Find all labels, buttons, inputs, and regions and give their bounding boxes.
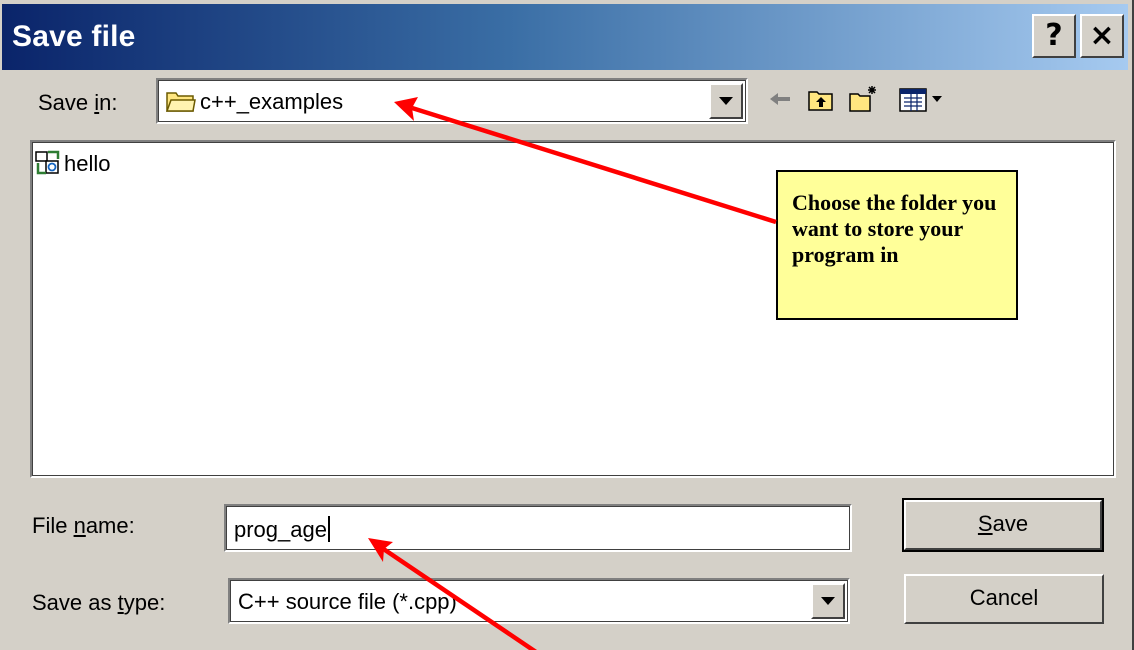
save-file-dialog: Save file ? × Save in: c++_examples hell… [0, 0, 1134, 650]
save-in-label: Save in: [38, 90, 118, 115]
save-in-dropdown[interactable]: c++_examples [156, 78, 748, 124]
file-name-value: prog_age [234, 516, 330, 543]
text-caret [327, 516, 330, 542]
help-button[interactable]: ? [1032, 14, 1076, 58]
save-in-dropdown-button[interactable] [709, 83, 743, 119]
save-as-type-label: Save as type: [32, 590, 166, 615]
file-name-input[interactable]: prog_age [224, 504, 852, 552]
annotation-callout: Choose the folder you want to store your… [776, 170, 1018, 320]
list-item-label: hello [64, 151, 111, 176]
close-button[interactable]: × [1080, 14, 1124, 58]
window-title: Save file [12, 20, 136, 53]
save-as-type-value: C++ source file (*.cpp) [238, 589, 457, 614]
title-bar[interactable]: Save file ? × [2, 4, 1128, 70]
back-arrow-icon[interactable] [766, 84, 796, 114]
save-as-type-dropdown[interactable]: C++ source file (*.cpp) [228, 578, 850, 624]
file-name-label: File name: [32, 513, 135, 538]
save-in-value: c++_examples [200, 89, 344, 114]
new-folder-icon[interactable] [848, 84, 878, 114]
views-menu-icon[interactable] [896, 84, 956, 114]
chevron-down-icon [719, 97, 733, 105]
save-button[interactable]: Save [902, 498, 1104, 552]
folder-icon [166, 92, 196, 112]
cpp-file-icon [35, 150, 60, 175]
chevron-down-icon [821, 597, 835, 605]
save-as-type-dropdown-button[interactable] [811, 583, 845, 619]
cancel-button[interactable]: Cancel [904, 574, 1104, 624]
up-folder-icon[interactable] [806, 84, 836, 114]
